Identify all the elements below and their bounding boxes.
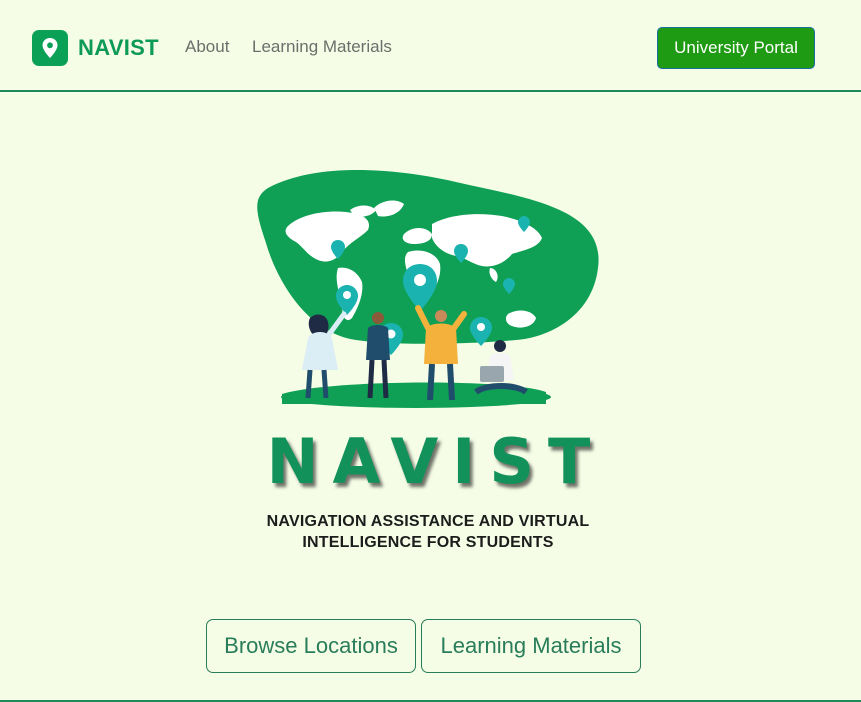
hero-title: NAVIST <box>266 425 605 498</box>
hero-subtitle: NAVIGATION ASSISTANCE AND VIRTUAL INTELL… <box>230 511 626 553</box>
hero-subtitle-line-1: NAVIGATION ASSISTANCE AND VIRTUAL <box>266 513 590 530</box>
brand-logo-link[interactable]: NAVIST <box>32 29 159 67</box>
nav-link-learning-materials[interactable]: Learning Materials <box>252 37 392 57</box>
world-map-people-pins-illustration <box>257 170 599 408</box>
top-navbar: NAVIST About Learning Materials Universi… <box>0 0 861 92</box>
browse-locations-button[interactable]: Browse Locations <box>206 619 416 673</box>
brand-name: NAVIST <box>78 35 159 60</box>
nav-link-about[interactable]: About <box>185 37 229 57</box>
learning-materials-button[interactable]: Learning Materials <box>421 619 641 673</box>
hero-subtitle-line-2: INTELLIGENCE FOR STUDENTS <box>302 534 554 551</box>
map-pin-icon <box>32 30 68 66</box>
university-portal-button[interactable]: University Portal <box>657 27 815 69</box>
